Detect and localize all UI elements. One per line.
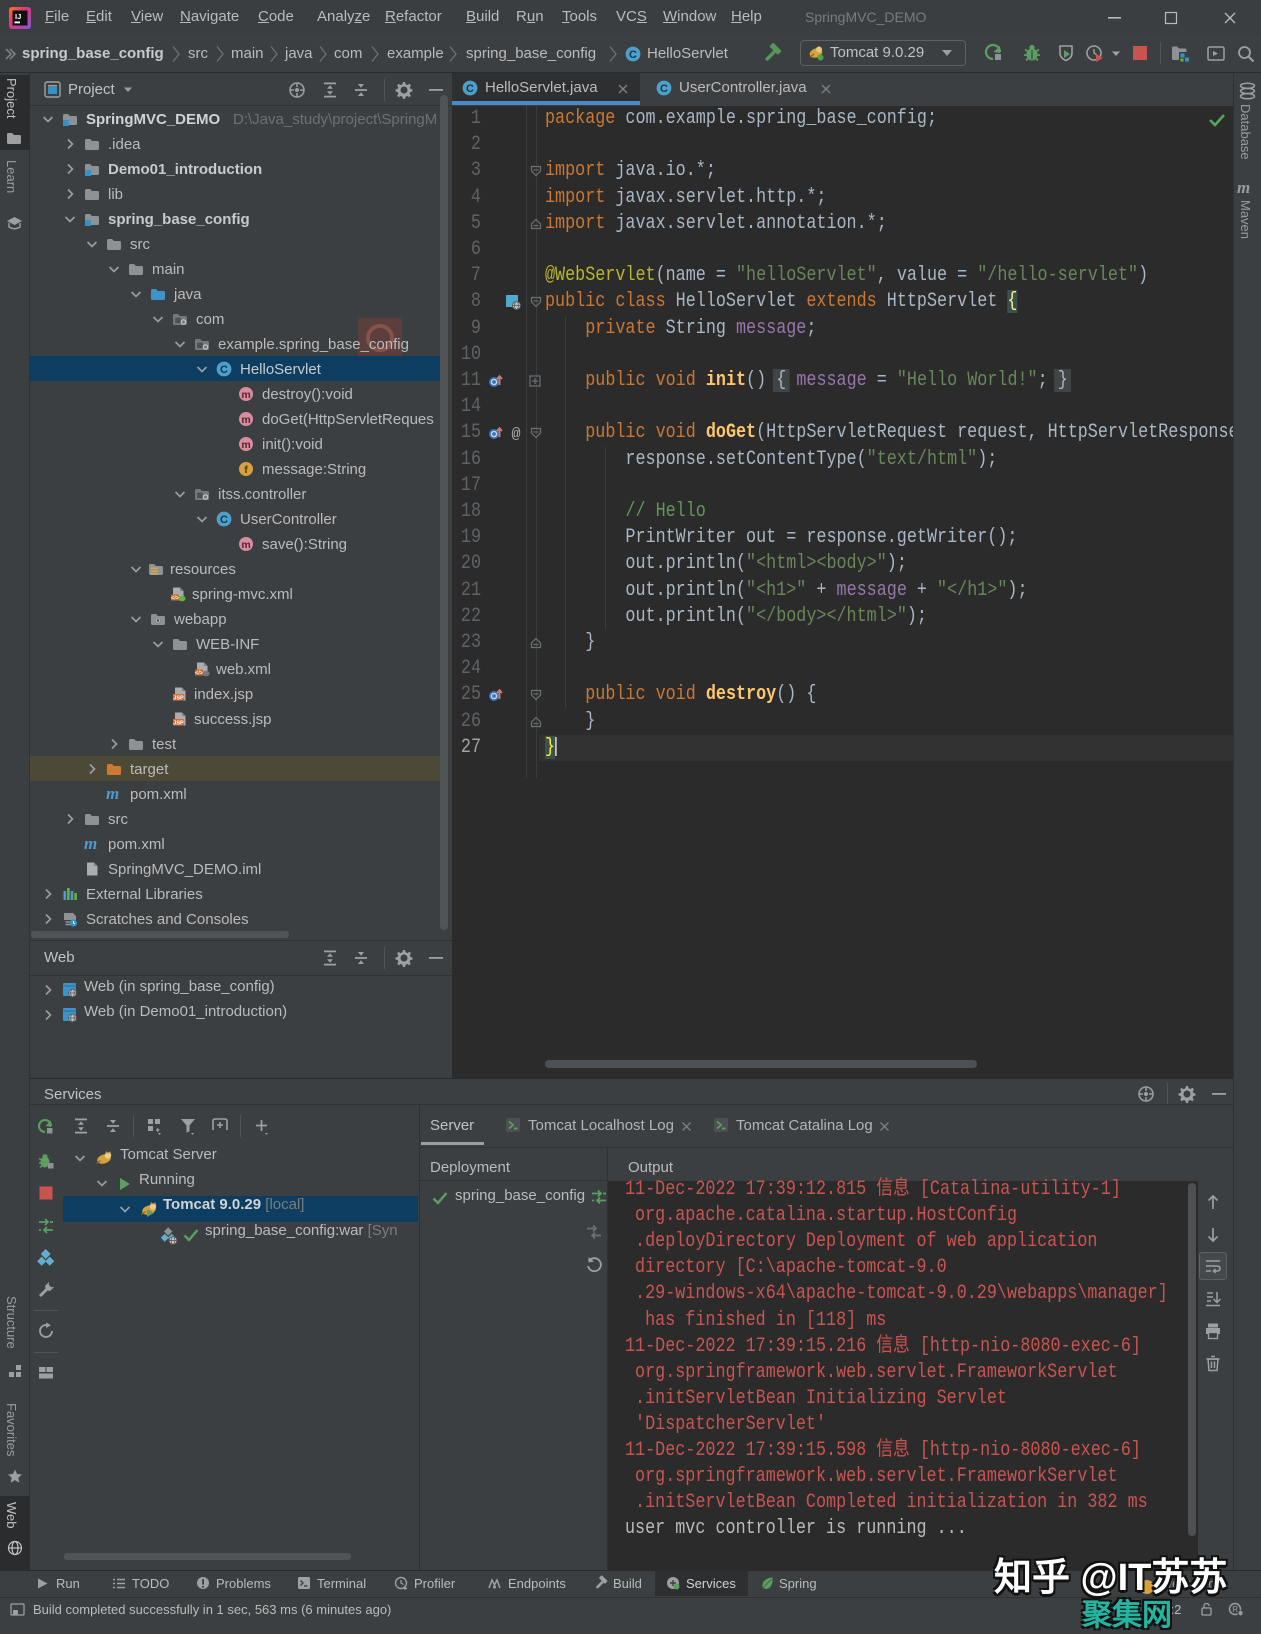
svg-text:C: C: [220, 364, 228, 376]
svg-text:C: C: [220, 514, 228, 526]
svg-text:@: @: [511, 426, 520, 441]
svg-text:m: m: [241, 414, 250, 426]
svg-text:C: C: [466, 83, 474, 95]
svg-text:JSP: JSP: [173, 720, 184, 726]
svg-text:</>: </>: [195, 670, 203, 676]
svg-text:f: f: [244, 464, 248, 476]
svg-text:JSP: JSP: [173, 695, 184, 701]
svg-text:C: C: [660, 83, 668, 95]
svg-text:m: m: [241, 539, 250, 551]
svg-text:m: m: [241, 389, 250, 401]
svg-text:</>: </>: [171, 595, 179, 601]
svg-text:m: m: [241, 439, 250, 451]
svg-text:C: C: [629, 49, 637, 61]
